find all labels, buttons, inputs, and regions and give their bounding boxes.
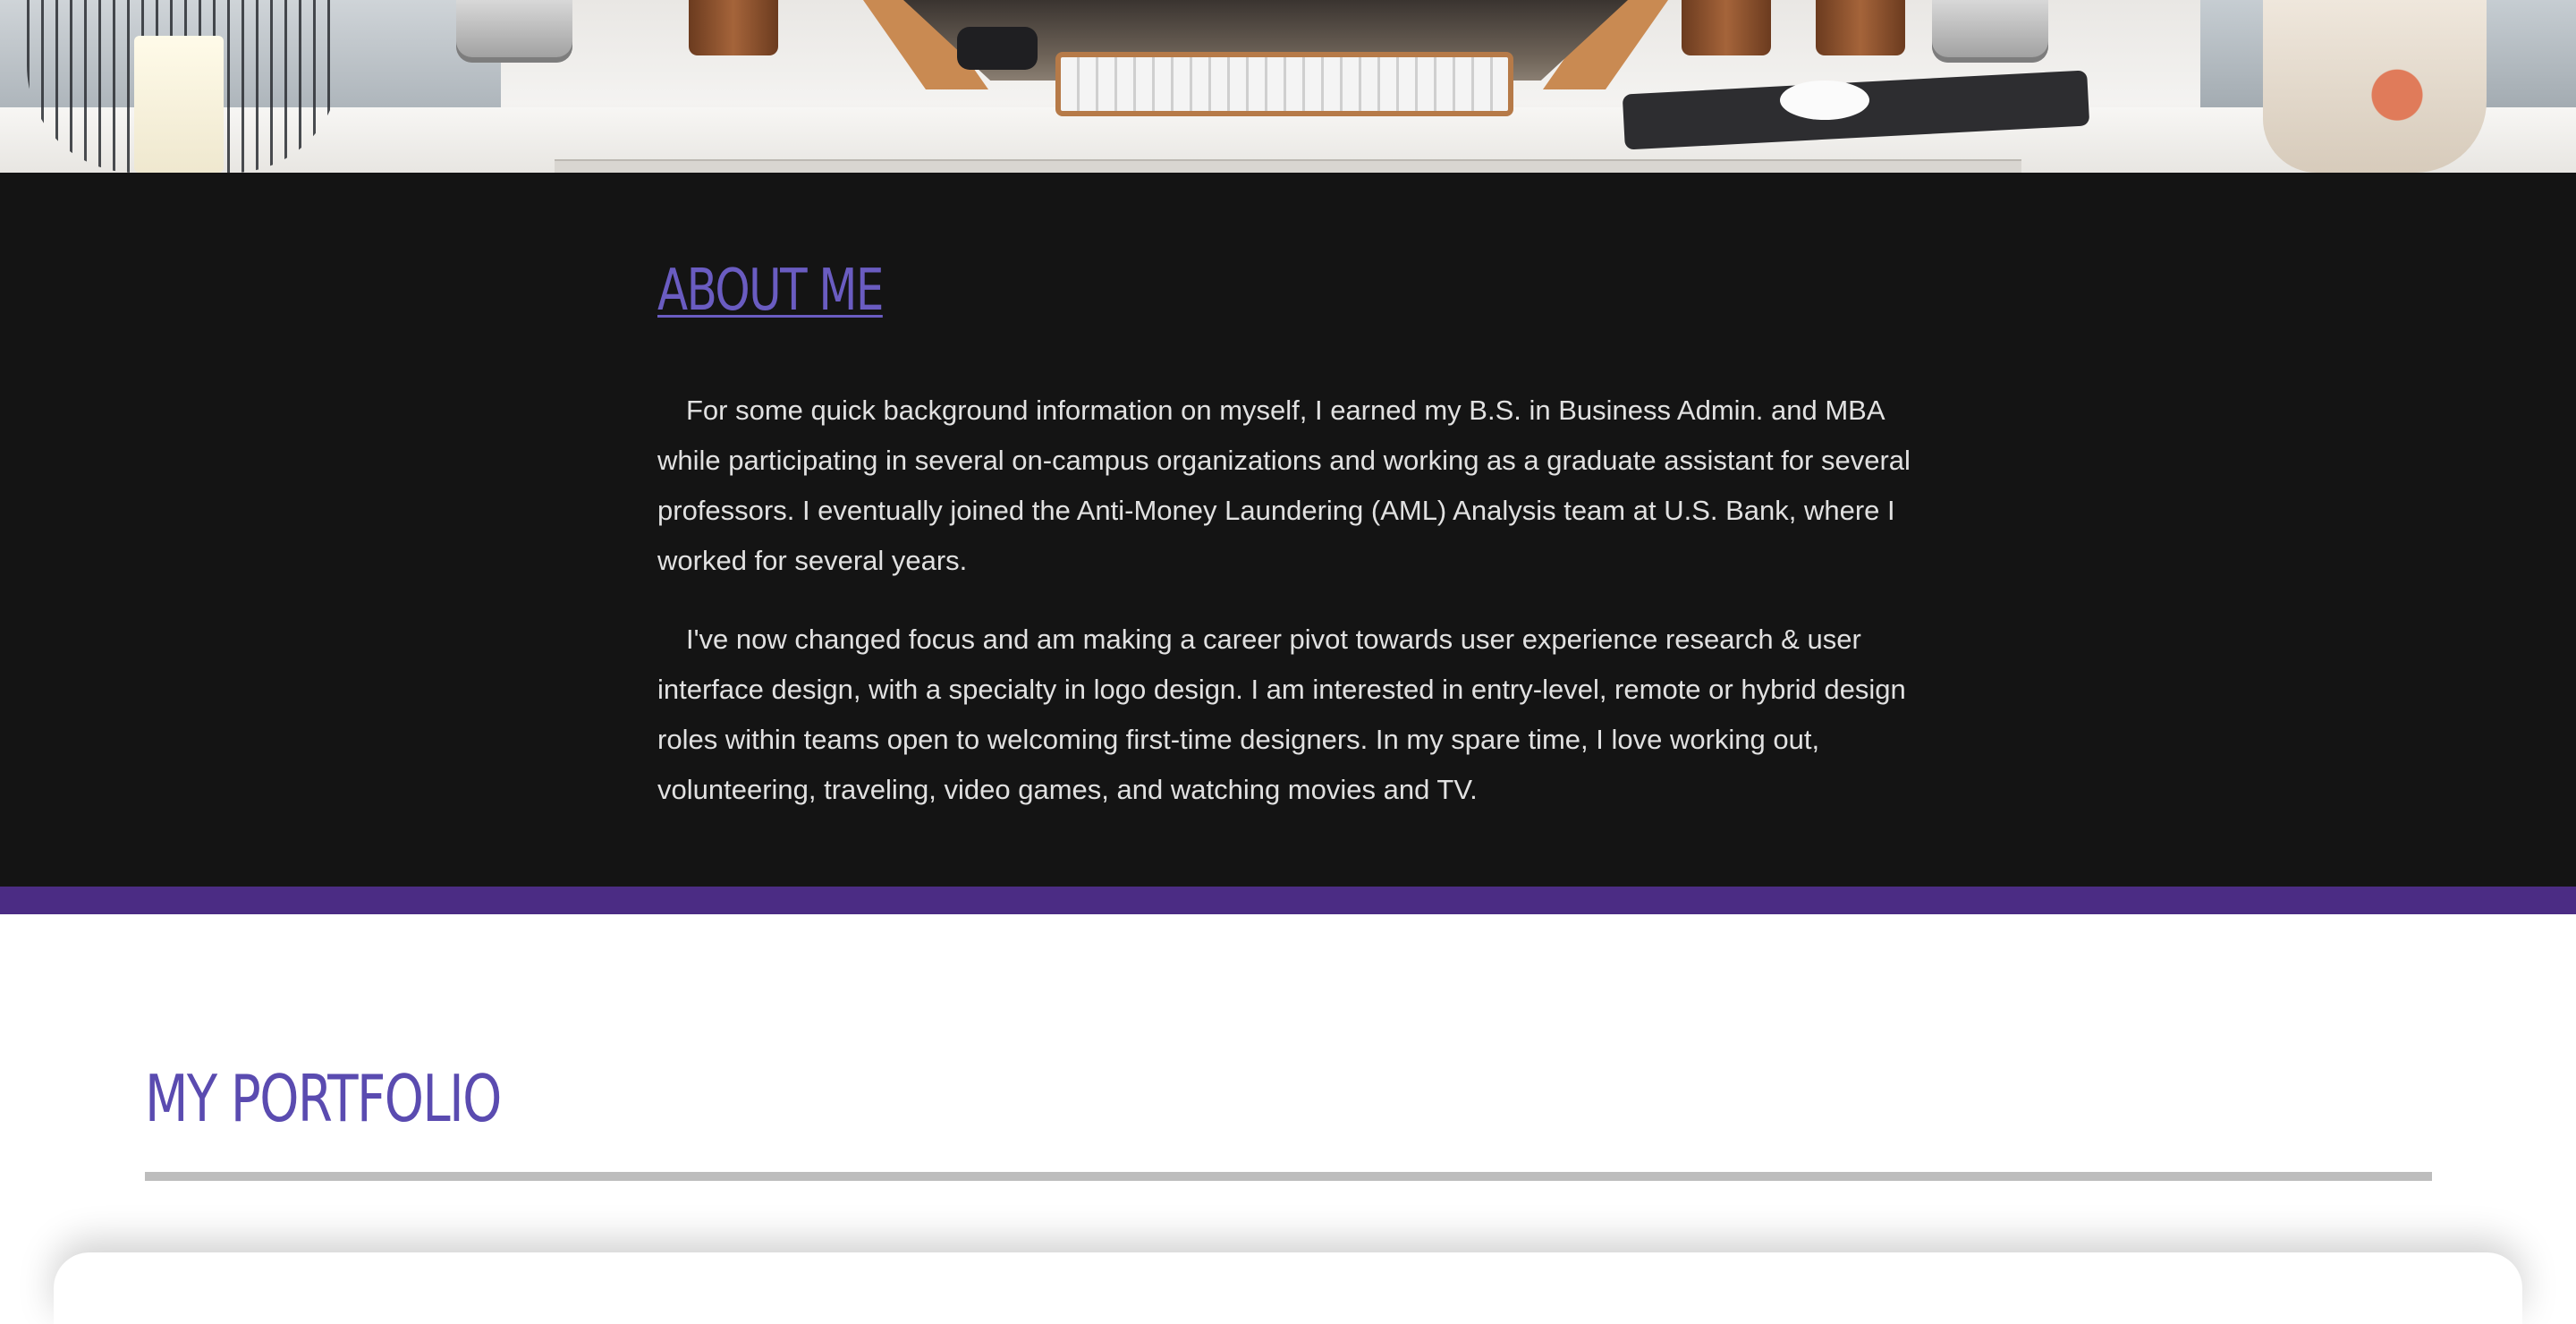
desk-edge xyxy=(555,159,2021,173)
speaker-left xyxy=(456,0,572,63)
section-divider xyxy=(0,887,2576,914)
candle-decor xyxy=(134,36,224,173)
about-paragraph: I've now changed focus and am making a c… xyxy=(657,624,1906,805)
wood-decor xyxy=(689,0,778,55)
portfolio-rule xyxy=(145,1172,2432,1181)
about-title: ABOUT ME xyxy=(657,258,884,324)
about-content: ABOUT ME For some quick background infor… xyxy=(657,262,1919,815)
wood-decor xyxy=(1682,0,1771,55)
portfolio-title: MY PORTFOLIO xyxy=(145,1061,502,1136)
keyboard xyxy=(1055,52,1513,116)
portfolio-card xyxy=(54,1252,2522,1324)
speaker-right xyxy=(1932,0,2048,63)
about-section: ABOUT ME For some quick background infor… xyxy=(0,173,2576,887)
mouse xyxy=(1780,81,1869,120)
about-paragraph: For some quick background information on… xyxy=(657,395,1911,576)
hero-photo xyxy=(0,0,2576,173)
smart-speaker xyxy=(957,27,1038,70)
wood-decor xyxy=(1816,0,1905,55)
vase-decor xyxy=(2263,0,2487,173)
